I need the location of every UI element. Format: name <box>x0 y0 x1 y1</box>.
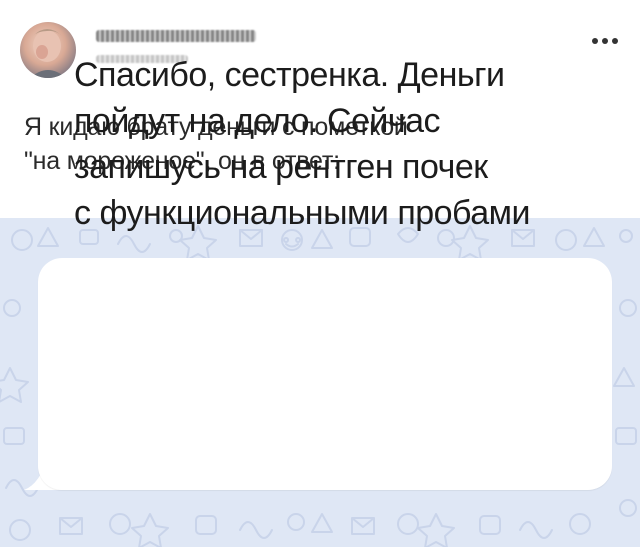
chat-screenshot <box>0 218 640 547</box>
message-bubble[interactable] <box>38 258 612 490</box>
avatar[interactable] <box>20 22 76 78</box>
message-text-line: Спасибо, сестренка. Деньги <box>74 56 505 94</box>
author-name-blurred <box>96 30 256 42</box>
more-horizontal-icon-dot <box>612 38 618 44</box>
more-horizontal-icon <box>592 38 598 44</box>
message-text: Спасибо, сестренка. Деньги пойдут на дел… <box>74 52 614 236</box>
more-options-button[interactable] <box>592 34 618 48</box>
message-text-line: с функциональными пробами <box>74 194 531 232</box>
message-text-line: запишусь на рентген почек <box>74 148 488 186</box>
author-name[interactable] <box>96 30 256 42</box>
avatar-photo-icon <box>30 29 66 78</box>
more-horizontal-icon-dot <box>602 38 608 44</box>
message-text-line: пойдут на дело. Сейчас <box>74 102 441 140</box>
